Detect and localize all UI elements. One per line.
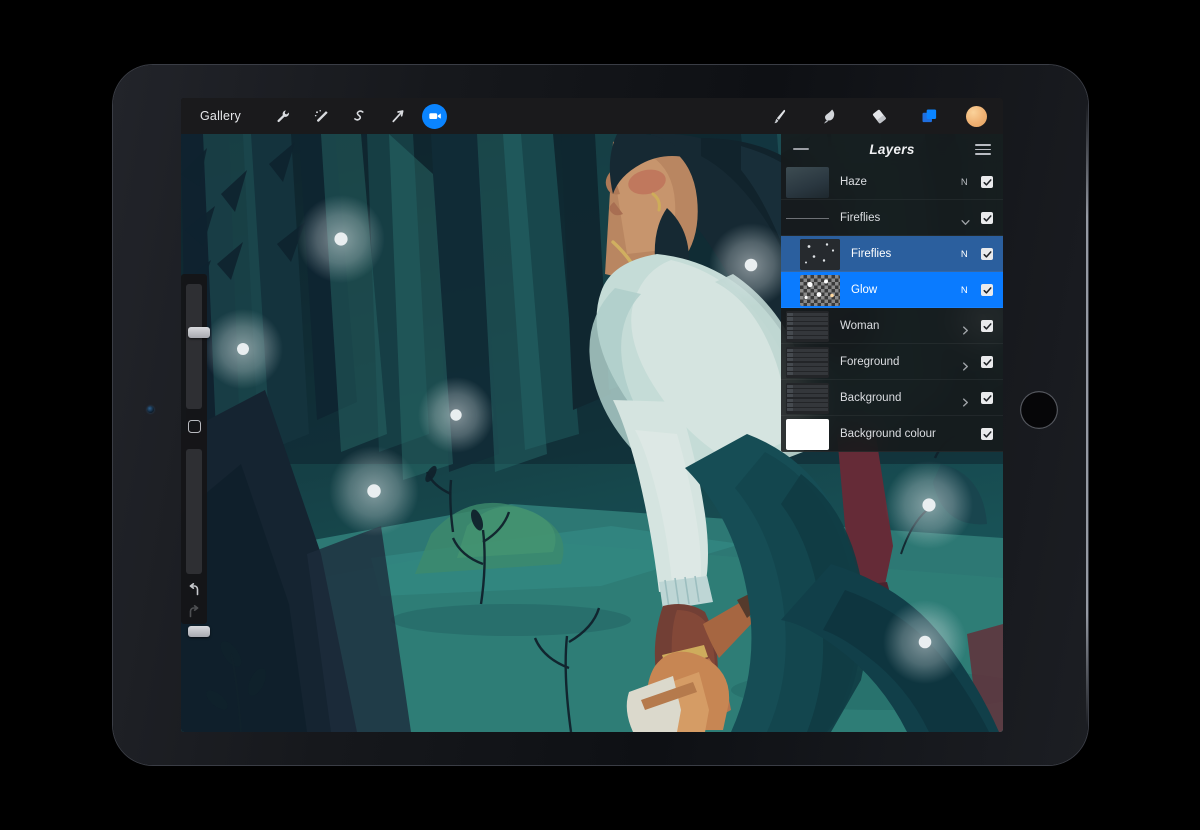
layer-name: Glow <box>851 284 878 296</box>
blend-mode-indicator[interactable]: N <box>961 177 968 188</box>
layer-visibility-checkbox[interactable] <box>981 428 993 440</box>
video-record-icon[interactable] <box>422 103 447 129</box>
color-swatch-button[interactable] <box>966 105 987 127</box>
layer-thumbnail[interactable] <box>800 274 840 306</box>
layer-visibility-checkbox[interactable] <box>981 284 993 296</box>
blend-mode-indicator[interactable]: N <box>961 285 968 296</box>
chevron-down-icon[interactable] <box>961 214 970 225</box>
group-thumbnail-stack <box>786 346 829 378</box>
layer-thumbnail[interactable] <box>786 346 829 378</box>
layer-visibility-checkbox[interactable] <box>981 248 993 260</box>
layers-list[interactable]: Haze N Fireflies Fireflies N Glow N Woman Foregr… <box>781 164 1003 452</box>
group-thumbnail-stack <box>786 382 829 414</box>
front-camera-icon <box>147 406 154 413</box>
layer-name: Woman <box>840 320 880 332</box>
firefly-core <box>918 635 932 649</box>
layer-name: Fireflies <box>851 248 892 260</box>
layer-visibility-checkbox[interactable] <box>981 212 993 224</box>
layer-name: Background <box>840 392 902 404</box>
smudge-icon[interactable] <box>816 103 842 129</box>
layer-name: Fireflies <box>840 212 881 224</box>
brush-size-handle[interactable] <box>188 327 210 339</box>
bezel-edge-highlight <box>1086 105 1088 725</box>
layer-divider <box>781 451 1003 452</box>
hamburger-menu-icon[interactable] <box>975 144 991 155</box>
undo-button[interactable] <box>186 582 202 598</box>
layer-row[interactable]: Background colour <box>781 416 1003 452</box>
layer-thumbnail[interactable] <box>786 203 829 234</box>
firefly-core <box>237 343 249 355</box>
layer-visibility-checkbox[interactable] <box>981 356 993 368</box>
drawing-canvas[interactable]: Layers Haze N Fireflies Fireflies N Glow N Woma… <box>181 134 1003 732</box>
selection-s-icon[interactable] <box>346 103 372 129</box>
layer-thumbnail[interactable] <box>786 418 829 450</box>
layer-name: Haze <box>840 176 867 188</box>
firefly-core <box>367 484 381 498</box>
brush-sidebar[interactable] <box>181 274 210 638</box>
adjustments-wand-icon[interactable] <box>308 103 334 129</box>
firefly-core <box>922 498 936 512</box>
paint-brush-icon[interactable] <box>766 103 792 129</box>
layer-thumb-divider <box>786 218 829 219</box>
chevron-right-icon[interactable] <box>961 394 970 407</box>
layer-thumbnail[interactable] <box>786 310 829 342</box>
left-tool-group <box>270 103 447 129</box>
gallery-button[interactable]: Gallery <box>195 106 246 126</box>
firefly-core <box>334 232 348 246</box>
layer-visibility-checkbox[interactable] <box>981 320 993 332</box>
brush-opacity-slider[interactable] <box>186 449 210 638</box>
layer-row[interactable]: Woman <box>781 308 1003 344</box>
layers-panel-title: Layers <box>869 141 915 157</box>
layers-panel[interactable]: Layers Haze N Fireflies Fireflies N Glow N Woma… <box>781 134 1003 452</box>
ipad-device-frame: Layers Haze N Fireflies Fireflies N Glow N Woma… <box>113 65 1088 765</box>
layer-row[interactable]: Fireflies <box>781 200 1003 236</box>
top-toolbar: Gallery <box>181 98 1003 134</box>
transform-arrow-icon[interactable] <box>384 103 410 129</box>
layer-name: Background colour <box>840 428 936 440</box>
layers-icon[interactable] <box>916 103 942 129</box>
layer-thumbnail[interactable] <box>786 166 829 198</box>
home-button[interactable] <box>1020 391 1058 429</box>
chevron-right-icon[interactable] <box>961 358 970 371</box>
layer-visibility-checkbox[interactable] <box>981 176 993 188</box>
layer-row[interactable]: Foreground <box>781 344 1003 380</box>
group-thumbnail-stack <box>786 310 829 342</box>
layer-thumbnail[interactable] <box>800 238 840 270</box>
layer-thumbnail[interactable] <box>786 382 829 414</box>
collapse-icon[interactable] <box>793 148 809 150</box>
firefly-core <box>450 409 462 421</box>
layer-row[interactable]: Haze N <box>781 164 1003 200</box>
redo-button[interactable] <box>186 604 202 620</box>
layers-panel-header: Layers <box>781 134 1003 164</box>
chevron-right-icon[interactable] <box>961 322 970 335</box>
layer-visibility-checkbox[interactable] <box>981 392 993 404</box>
layer-name: Foreground <box>840 356 900 368</box>
firefly-core <box>744 258 758 272</box>
actions-wrench-icon[interactable] <box>270 103 296 129</box>
right-tool-group <box>766 103 987 129</box>
ipad-screen: Layers Haze N Fireflies Fireflies N Glow N Woma… <box>181 98 1003 732</box>
layer-row[interactable]: Fireflies N <box>781 236 1003 272</box>
blend-mode-indicator[interactable]: N <box>961 249 968 260</box>
layer-row[interactable]: Glow N <box>781 272 1003 308</box>
modify-button[interactable] <box>188 420 201 433</box>
layer-row[interactable]: Background <box>781 380 1003 416</box>
brush-size-slider[interactable] <box>186 284 210 409</box>
brush-opacity-handle[interactable] <box>188 626 210 638</box>
eraser-icon[interactable] <box>866 103 892 129</box>
